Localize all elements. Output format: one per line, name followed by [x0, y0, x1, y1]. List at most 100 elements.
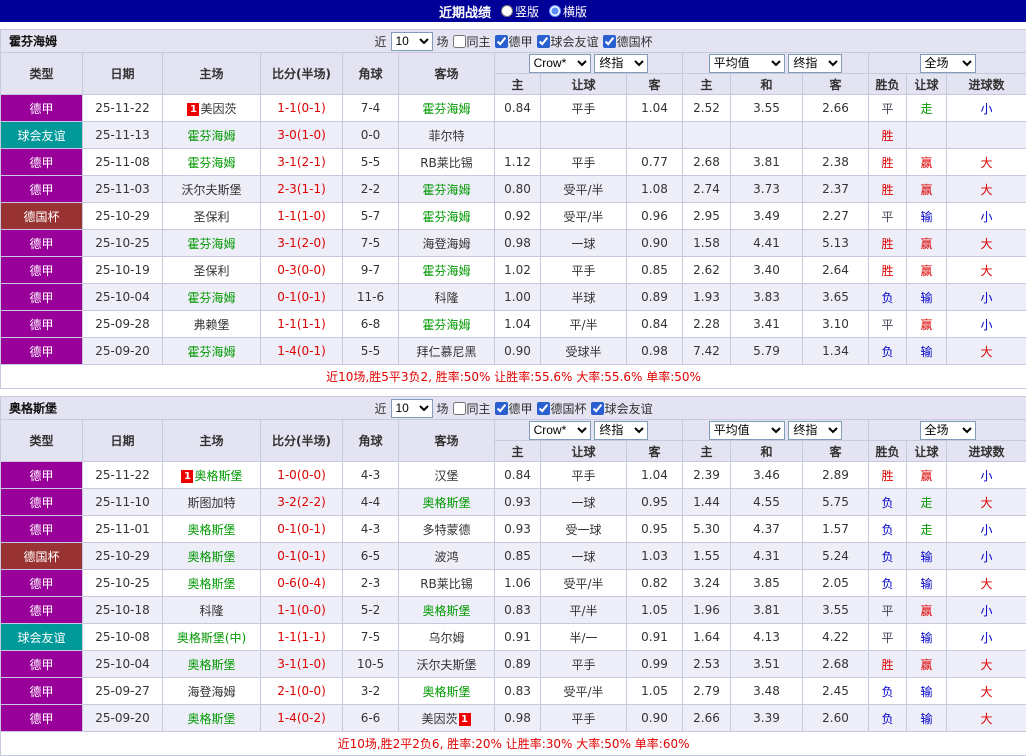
filter-checkbox-球会友谊[interactable]: 球会友谊 — [537, 33, 599, 50]
home-team-name[interactable]: 奥格斯堡 — [187, 550, 235, 564]
col-header-进球数: 进球数 — [947, 74, 1026, 95]
checkbox-input-球会友谊[interactable] — [591, 402, 604, 415]
match-type: 德甲 — [1, 95, 83, 122]
away-team-name[interactable]: 海登海姆 — [422, 237, 470, 251]
away-team-name[interactable]: 乌尔姆 — [428, 631, 464, 645]
checkbox-input-德国杯[interactable] — [603, 35, 616, 48]
asia-away-odds: 0.91 — [627, 624, 683, 651]
col-header-胜负: 胜负 — [869, 441, 907, 462]
home-team-name[interactable]: 奥格斯堡 — [187, 658, 235, 672]
asia-company-select[interactable]: Crow* — [529, 54, 591, 73]
away-team-name[interactable]: 科隆 — [434, 291, 458, 305]
checkbox-input-同主[interactable] — [453, 35, 466, 48]
home-team-name[interactable]: 弗赖堡 — [193, 318, 229, 332]
home-team-name[interactable]: 奥格斯堡 — [187, 712, 235, 726]
filter-checkbox-德国杯[interactable]: 德国杯 — [603, 33, 653, 50]
goals-result: 小 — [947, 284, 1026, 311]
home-team-name[interactable]: 沃尔夫斯堡 — [181, 183, 241, 197]
asia-home-odds: 0.83 — [495, 678, 541, 705]
asia-stage-select[interactable]: 终指 — [594, 421, 648, 440]
away-team-name[interactable]: 汉堡 — [434, 469, 458, 483]
match-type: 德甲 — [1, 462, 83, 489]
home-team-name[interactable]: 圣保利 — [193, 210, 229, 224]
layout-radio-horizontal[interactable] — [549, 5, 561, 17]
away-team-name[interactable]: 奥格斯堡 — [422, 496, 470, 510]
away-team-name[interactable]: RB莱比锡 — [420, 156, 473, 170]
scope-select[interactable]: 全场 — [920, 421, 976, 440]
home-team-name[interactable]: 霍芬海姆 — [187, 156, 235, 170]
away-team-name[interactable]: 奥格斯堡 — [422, 604, 470, 618]
asia-handicap: 受平/半 — [541, 678, 627, 705]
match-date: 25-10-25 — [83, 570, 163, 597]
layout-radio-vertical[interactable] — [501, 5, 513, 17]
europe-stage-select[interactable]: 终指 — [788, 54, 842, 73]
home-team-name[interactable]: 霍芬海姆 — [187, 237, 235, 251]
europe-company-select[interactable]: 平均值 — [709, 54, 785, 73]
away-team-name[interactable]: 沃尔夫斯堡 — [416, 658, 476, 672]
checkbox-input-德甲[interactable] — [495, 35, 508, 48]
checkbox-input-德国杯[interactable] — [537, 402, 550, 415]
filter-checkbox-同主[interactable]: 同主 — [453, 33, 491, 50]
home-team-name[interactable]: 圣保利 — [193, 264, 229, 278]
asia-home-odds: 0.84 — [495, 462, 541, 489]
home-team-name[interactable]: 科隆 — [199, 604, 223, 618]
filter-checkbox-同主[interactable]: 同主 — [453, 400, 491, 417]
away-team-name[interactable]: 美因茨 — [421, 712, 457, 726]
home-team-name[interactable]: 奥格斯堡 — [187, 577, 235, 591]
home-team-name[interactable]: 奥格斯堡 — [194, 469, 242, 483]
layout-option-vertical[interactable]: 竖版 — [501, 3, 539, 20]
europe-home-odds: 3.24 — [683, 570, 731, 597]
checkbox-input-球会友谊[interactable] — [537, 35, 550, 48]
handicap-result: 输 — [907, 705, 947, 732]
handicap-result: 赢 — [907, 651, 947, 678]
away-team-name[interactable]: 霍芬海姆 — [422, 264, 470, 278]
asia-company-select[interactable]: Crow* — [529, 421, 591, 440]
europe-home-odds: 2.39 — [683, 462, 731, 489]
asia-away-odds: 0.89 — [627, 284, 683, 311]
filter-checkbox-德甲[interactable]: 德甲 — [495, 33, 533, 50]
home-team-name[interactable]: 奥格斯堡 — [187, 523, 235, 537]
europe-away-odds: 2.64 — [803, 257, 869, 284]
home-team: 奥格斯堡 — [163, 651, 261, 678]
match-type: 德甲 — [1, 570, 83, 597]
home-team-name[interactable]: 霍芬海姆 — [187, 291, 235, 305]
europe-away-odds: 2.37 — [803, 176, 869, 203]
home-team-name[interactable]: 霍芬海姆 — [187, 129, 235, 143]
europe-stage-select[interactable]: 终指 — [788, 421, 842, 440]
home-team-name[interactable]: 美因茨 — [200, 102, 236, 116]
europe-company-select[interactable]: 平均值 — [709, 421, 785, 440]
away-team-name[interactable]: 霍芬海姆 — [422, 102, 470, 116]
team-name[interactable]: 奥格斯堡 — [9, 400, 57, 417]
filter-checkbox-德甲[interactable]: 德甲 — [495, 400, 533, 417]
away-team-name[interactable]: 波鸿 — [434, 550, 458, 564]
asia-stage-select[interactable]: 终指 — [594, 54, 648, 73]
handicap-result: 输 — [907, 338, 947, 365]
home-team-name[interactable]: 海登海姆 — [187, 685, 235, 699]
match-count-select[interactable]: 10 — [391, 32, 433, 51]
asia-handicap: 一球 — [541, 230, 627, 257]
checkbox-input-德甲[interactable] — [495, 402, 508, 415]
scope-select[interactable]: 全场 — [920, 54, 976, 73]
away-team-name[interactable]: 霍芬海姆 — [422, 210, 470, 224]
home-team-name[interactable]: 斯图加特 — [187, 496, 235, 510]
checkbox-input-同主[interactable] — [453, 402, 466, 415]
match-date: 25-09-27 — [83, 678, 163, 705]
filter-checkbox-球会友谊[interactable]: 球会友谊 — [591, 400, 653, 417]
away-team-name[interactable]: RB莱比锡 — [420, 577, 473, 591]
filter-checkbox-德国杯[interactable]: 德国杯 — [537, 400, 587, 417]
match-count-select[interactable]: 10 — [391, 399, 433, 418]
away-team-name[interactable]: 奥格斯堡 — [422, 685, 470, 699]
team-name[interactable]: 霍芬海姆 — [9, 33, 57, 50]
away-team-name[interactable]: 霍芬海姆 — [422, 183, 470, 197]
match-score: 1-1(1-0) — [261, 203, 343, 230]
away-team-name[interactable]: 拜仁慕尼黑 — [416, 345, 476, 359]
match-score: 1-4(0-2) — [261, 705, 343, 732]
home-team-name[interactable]: 奥格斯堡(中) — [177, 631, 246, 645]
away-team-name[interactable]: 菲尔特 — [428, 129, 464, 143]
away-team-name[interactable]: 霍芬海姆 — [422, 318, 470, 332]
away-team-name[interactable]: 多特蒙德 — [422, 523, 470, 537]
home-team-name[interactable]: 霍芬海姆 — [187, 345, 235, 359]
layout-option-horizontal[interactable]: 横版 — [549, 3, 587, 20]
europe-odds-selects-cell: 平均值 终指 — [683, 53, 869, 74]
asia-handicap: 半/一 — [541, 624, 627, 651]
